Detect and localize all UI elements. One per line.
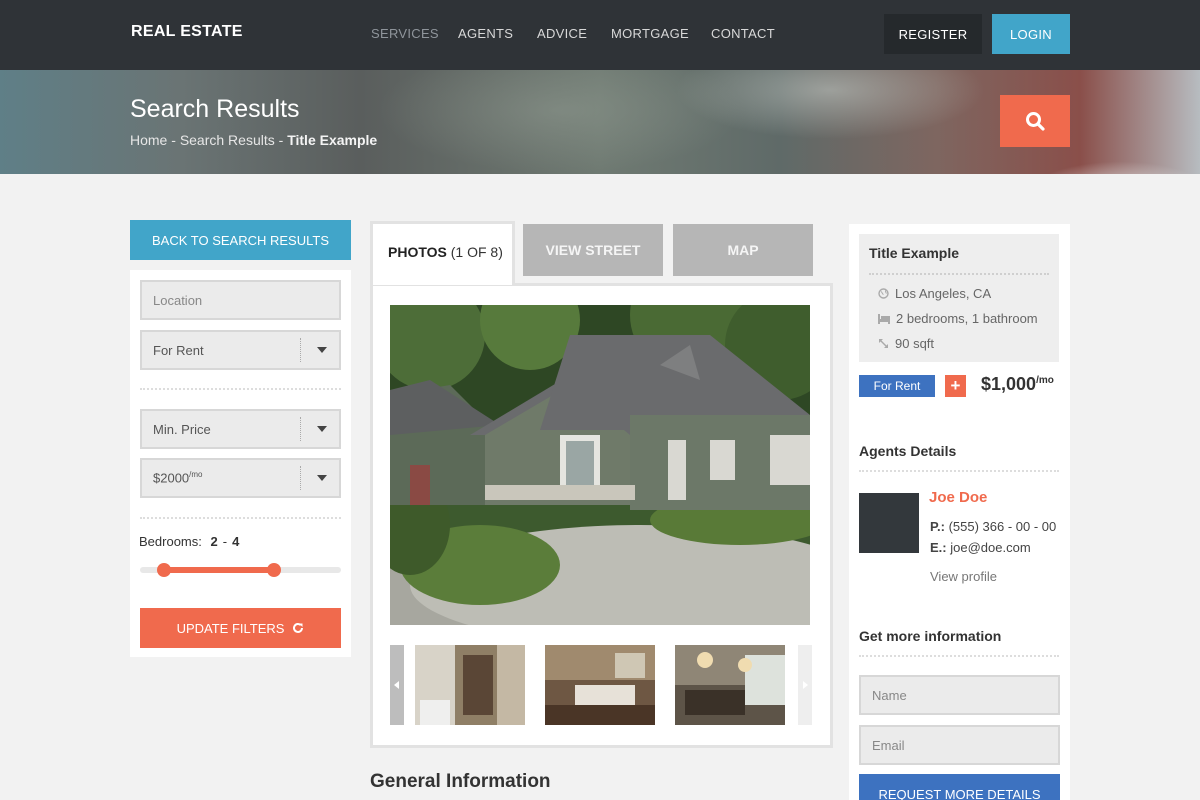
max-price-select[interactable]: $2000/mo [140,458,341,498]
photo-gallery [370,283,833,748]
get-more-information-heading: Get more information [859,628,1002,644]
bed-icon [878,314,890,324]
tab-view-street[interactable]: VIEW STREET [523,224,663,276]
resize-arrows-icon [879,339,888,348]
select-divider [300,417,301,441]
listing-price: $1,000/mo [981,374,1054,394]
register-button[interactable]: REGISTER [884,14,982,54]
chevron-left-icon [394,681,399,689]
tab-photos-count: (1 OF 8) [450,244,503,260]
min-price-select[interactable]: Min. Price [140,409,341,449]
nav-link-contact[interactable]: CONTACT [711,26,775,41]
divider [869,273,1049,275]
agent-phone: P.: (555) 366 - 00 - 00 [930,519,1057,534]
select-divider [300,466,301,490]
avatar[interactable] [859,493,919,553]
chevron-right-icon [803,681,808,689]
tab-map[interactable]: MAP [673,224,813,276]
globe-icon [878,288,889,299]
search-button[interactable] [1000,95,1070,147]
add-to-favorites-button[interactable]: + [945,375,966,397]
breadcrumb-separator: - [167,132,180,148]
gallery-next-button[interactable] [798,645,812,725]
request-more-details-button[interactable]: REQUEST MORE DETAILS [859,774,1060,800]
bedrooms-max-handle[interactable] [267,563,281,577]
main-house-photo[interactable] [390,305,810,625]
view-profile-link[interactable]: View profile [930,569,997,584]
gallery-thumbnail[interactable] [545,645,655,725]
location-input[interactable]: Location [140,280,341,320]
update-filters-button[interactable]: UPDATE FILTERS [140,608,341,648]
top-navbar: REAL ESTATE SERVICES AGENTS ADVICE MORTG… [0,0,1200,70]
bedrooms-max-value: 4 [232,534,240,549]
min-price-value: Min. Price [153,421,211,437]
agent-name[interactable]: Joe Doe [929,489,987,506]
chevron-down-icon [317,347,327,353]
nav-link-services[interactable]: SERVICES [371,26,439,41]
name-input[interactable]: Name [859,675,1060,715]
bedrooms-min-handle[interactable] [157,563,171,577]
back-to-search-results-button[interactable]: BACK TO SEARCH RESULTS [130,220,351,260]
gallery-prev-button[interactable] [390,645,404,725]
status-badge: For Rent [859,375,935,397]
filters-panel: Location For Rent Min. Price $2000/mo Be… [130,270,351,657]
nav-link-advice[interactable]: ADVICE [537,26,587,41]
listing-type-select[interactable]: For Rent [140,330,341,370]
nav-link-agents[interactable]: AGENTS [458,26,513,41]
bedrooms-label: Bedrooms: 2-4 [139,534,240,549]
divider [859,655,1059,657]
general-information-heading: General Information [370,771,551,792]
tab-photos[interactable]: PHOTOS (1 OF 8) [370,221,515,285]
listing-rooms: 2 bedrooms, 1 bathroom [878,311,1038,326]
breadcrumb-search-results[interactable]: Search Results [180,132,275,148]
breadcrumb-separator: - [274,132,288,148]
listing-size: 90 sqft [878,336,934,351]
nav-link-mortgage[interactable]: MORTGAGE [611,26,689,41]
listing-summary-box: Title Example Los Angeles, CA 2 bedrooms… [859,234,1059,362]
listing-location: Los Angeles, CA [878,286,991,301]
chevron-down-icon [317,475,327,481]
gallery-thumbnail[interactable] [675,645,785,725]
divider [859,470,1059,472]
email-input[interactable]: Email [859,725,1060,765]
breadcrumb-home[interactable]: Home [130,132,167,148]
divider [140,517,341,519]
bedrooms-range-fill [164,567,274,573]
divider [140,388,341,390]
update-filters-label: UPDATE FILTERS [176,620,285,636]
breadcrumb-current: Title Example [287,132,378,148]
login-button[interactable]: LOGIN [992,14,1070,54]
select-divider [300,338,301,362]
chevron-down-icon [317,426,327,432]
bedrooms-min-value: 2 [210,534,218,549]
max-price-value: $2000/mo [153,470,203,486]
listing-sidebar: Title Example Los Angeles, CA 2 bedrooms… [849,224,1070,800]
hero-banner: Search Results Home - Search Results - T… [0,70,1200,174]
search-icon [1026,112,1045,131]
agents-details-heading: Agents Details [859,443,957,459]
page-title: Search Results [130,95,300,123]
gallery-thumbnail[interactable] [415,645,525,725]
breadcrumb: Home - Search Results - Title Example [130,132,377,148]
listing-type-value: For Rent [153,342,204,358]
refresh-icon [293,622,304,633]
site-logo[interactable]: REAL ESTATE [131,23,243,41]
agent-email: E.: joe@doe.com [930,540,1031,555]
listing-title: Title Example [869,245,960,261]
tab-photos-label: PHOTOS [388,244,447,260]
